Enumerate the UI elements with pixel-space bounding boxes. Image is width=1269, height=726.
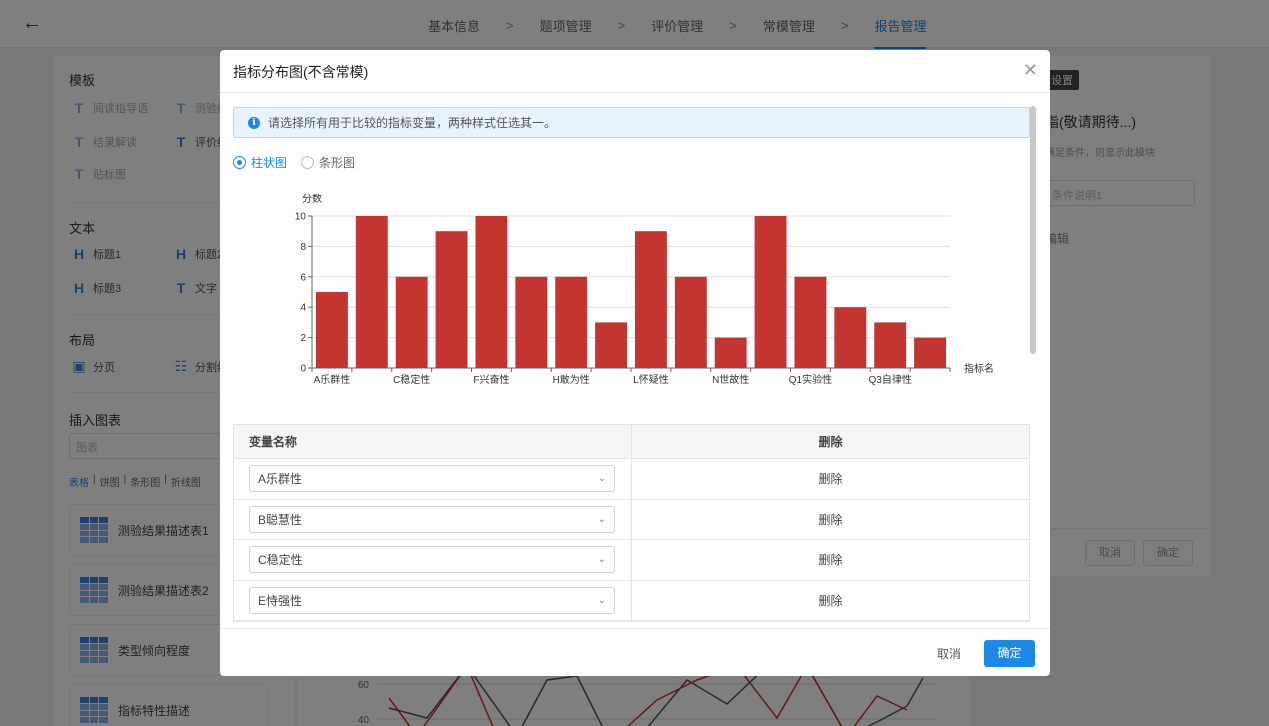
indicator-bar-chart: 0 2 4 6 8 10 分数指标名 A乐群性 C稳定性 F兴奋性 H敢为性 L怀疑性 N世故性 Q1实验… — [295, 194, 994, 386]
bar — [634, 231, 667, 368]
bar — [595, 322, 628, 368]
bar — [555, 276, 588, 368]
bar — [435, 231, 468, 368]
table-row: E恃强性 ⌄ 删除 — [234, 580, 1029, 621]
y-tick-label: 2 — [300, 333, 306, 344]
vertical-scrollbar[interactable] — [1030, 106, 1036, 354]
dialog-header: 指标分布图(不含常模) ✕ — [220, 50, 1050, 93]
info-alert-text: 请选择所有用于比较的指标变量，两种样式任选其一。 — [268, 116, 557, 130]
chevron-down-icon: ⌄ — [597, 554, 606, 566]
y-tick-label: 4 — [300, 303, 306, 314]
info-icon: i — [248, 116, 260, 129]
variable-select[interactable]: A乐群性 ⌄ — [249, 465, 615, 493]
chevron-down-icon: ⌄ — [597, 473, 606, 485]
bar — [794, 276, 827, 368]
radio-bar-chart[interactable]: 柱状图 — [233, 154, 287, 171]
chart-style-radio-group: 柱状图 条形图 — [233, 154, 355, 171]
radio-checked-icon — [233, 156, 246, 169]
x-tick-label: F兴奋性 — [473, 373, 509, 386]
x-tick-label: H敢为性 — [553, 373, 590, 386]
bar — [515, 276, 548, 368]
confirm-button[interactable]: 确定 — [984, 640, 1035, 667]
column-header-action: 删除 — [818, 435, 843, 449]
bar — [714, 337, 747, 368]
column-header-variable: 变量名称 — [234, 425, 632, 458]
bar — [874, 322, 907, 368]
delete-button[interactable]: 删除 — [632, 540, 1029, 580]
y-tick-label: 6 — [300, 272, 306, 283]
x-tick-label: A乐群性 — [314, 373, 351, 386]
x-tick-label: L怀疑性 — [633, 373, 669, 386]
chevron-down-icon: ⌄ — [597, 513, 606, 525]
variable-select[interactable]: B聪慧性 ⌄ — [249, 505, 615, 533]
bar — [315, 292, 348, 368]
y-axis-label: 分数 — [302, 194, 322, 205]
x-tick-label: C稳定性 — [393, 373, 430, 386]
radio-unchecked-icon — [301, 156, 315, 169]
radio-horizontal-bar-chart[interactable]: 条形图 — [301, 154, 355, 171]
bar — [674, 276, 707, 368]
cancel-button[interactable]: 取消 — [925, 641, 973, 667]
dialog-title: 指标分布图(不含常模) — [233, 64, 369, 80]
close-icon[interactable]: ✕ — [1023, 60, 1038, 80]
table-header: 变量名称 删除 — [234, 425, 1029, 459]
x-tick-label: Q3自律性 — [869, 373, 912, 386]
delete-button[interactable]: 删除 — [632, 459, 1029, 499]
info-alert: i 请选择所有用于比较的指标变量，两种样式任选其一。 — [233, 107, 1030, 138]
table-row: C稳定性 ⌄ 删除 — [234, 540, 1029, 581]
x-tick-label: Q1实验性 — [789, 373, 832, 386]
y-tick-label: 8 — [300, 242, 306, 253]
indicator-chart-dialog: 指标分布图(不含常模) ✕ i 请选择所有用于比较的指标变量，两种样式任选其一。… — [220, 50, 1050, 676]
chevron-down-icon: ⌄ — [597, 594, 606, 606]
delete-button[interactable]: 删除 — [632, 500, 1029, 540]
variable-select[interactable]: C稳定性 ⌄ — [249, 546, 615, 574]
bar — [475, 216, 508, 368]
bar — [914, 337, 947, 368]
bar — [754, 216, 787, 368]
table-row: A乐群性 ⌄ 删除 — [234, 459, 1029, 500]
y-tick-label: 0 — [300, 364, 306, 375]
x-tick-label: N世故性 — [712, 373, 749, 386]
bar — [355, 216, 388, 368]
bar — [834, 307, 867, 368]
bar — [395, 276, 428, 368]
variable-select[interactable]: E恃强性 ⌄ — [249, 586, 615, 614]
dialog-footer: 取消 确定 — [220, 628, 1050, 676]
dialog-body: i 请选择所有用于比较的指标变量，两种样式任选其一。 柱状图 条形图 0 2 4 6 8… — [220, 94, 1050, 628]
x-axis-label: 指标名 — [964, 362, 994, 375]
delete-button[interactable]: 删除 — [632, 581, 1029, 621]
y-tick-label: 10 — [295, 212, 307, 223]
variable-table: 变量名称 删除 A乐群性 ⌄ 删除 B聪慧性 ⌄ 删除 C稳定性 ⌄ 删除 E恃强性 ⌄… — [233, 424, 1030, 622]
table-row: B聪慧性 ⌄ 删除 — [234, 499, 1029, 540]
